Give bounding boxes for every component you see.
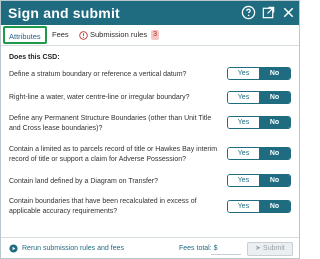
yes-no-toggle: Yes No [227, 91, 291, 104]
submit-arrow-icon: ➤ [255, 245, 262, 252]
yes-no-toggle: Yes No [227, 174, 291, 187]
no-option[interactable]: No [259, 92, 290, 103]
yes-option[interactable]: Yes [228, 148, 259, 159]
question-text: Contain a limited as to parcels record o… [9, 146, 218, 163]
play-circle-icon [9, 244, 18, 253]
no-option[interactable]: No [259, 117, 290, 128]
rerun-label: Rerun submission rules and fees [22, 245, 124, 252]
yes-option[interactable]: Yes [228, 92, 259, 103]
question-text: Define a stratum boundary or reference a… [9, 71, 187, 78]
yes-no-toggle: Yes No [227, 67, 291, 80]
question-text: Contain land defined by a Diagram on Tra… [9, 178, 159, 185]
tab-fees-label: Fees [52, 30, 69, 39]
yes-option[interactable]: Yes [228, 68, 259, 79]
yes-no-toggle: Yes No [227, 116, 291, 129]
question-text: Right-line a water, water centre-line or… [9, 94, 190, 101]
yes-option[interactable]: Yes [228, 175, 259, 186]
submit-label: Submit [263, 245, 285, 252]
dialog-title: Sign and submit [8, 5, 120, 21]
tab-attributes-label: Attributes [9, 32, 41, 41]
question-text: Contain boundaries that have been recalc… [9, 198, 197, 215]
yes-no-toggle: Yes No [227, 200, 291, 213]
question-text: Define any Permanent Structure Boundarie… [9, 115, 212, 132]
close-icon[interactable] [281, 5, 296, 20]
no-option[interactable]: No [259, 201, 290, 212]
no-option[interactable]: No [259, 175, 290, 186]
rules-count-badge: 3 [151, 30, 160, 40]
tab-submission-rules-label: Submission rules [90, 30, 148, 39]
warning-circle-icon [79, 30, 88, 40]
no-option[interactable]: No [259, 68, 290, 79]
no-option[interactable]: No [259, 148, 290, 159]
help-circle-icon[interactable] [241, 5, 256, 20]
header-icons [241, 5, 296, 20]
dialog-header: Sign and submit [1, 1, 299, 25]
tab-bar: Attributes Fees Submission rules 3 [1, 26, 299, 46]
tab-fees[interactable]: Fees [52, 27, 69, 43]
form-prompt: Does this CSD: [9, 54, 60, 61]
external-link-icon[interactable] [261, 5, 276, 20]
yes-option[interactable]: Yes [228, 201, 259, 212]
fees-total-value [211, 243, 241, 255]
dialog-footer: Rerun submission rules and fees Fees tot… [1, 237, 299, 258]
rerun-rules-link[interactable]: Rerun submission rules and fees [9, 244, 124, 253]
tab-attributes[interactable]: Attributes [3, 26, 47, 44]
yes-no-toggle: Yes No [227, 147, 291, 160]
sign-and-submit-dialog: Sign and submit Attributes Fees Submissi… [0, 0, 300, 259]
yes-option[interactable]: Yes [228, 117, 259, 128]
submit-button[interactable]: ➤ Submit [247, 242, 293, 256]
tab-submission-rules[interactable]: Submission rules 3 [79, 27, 160, 43]
